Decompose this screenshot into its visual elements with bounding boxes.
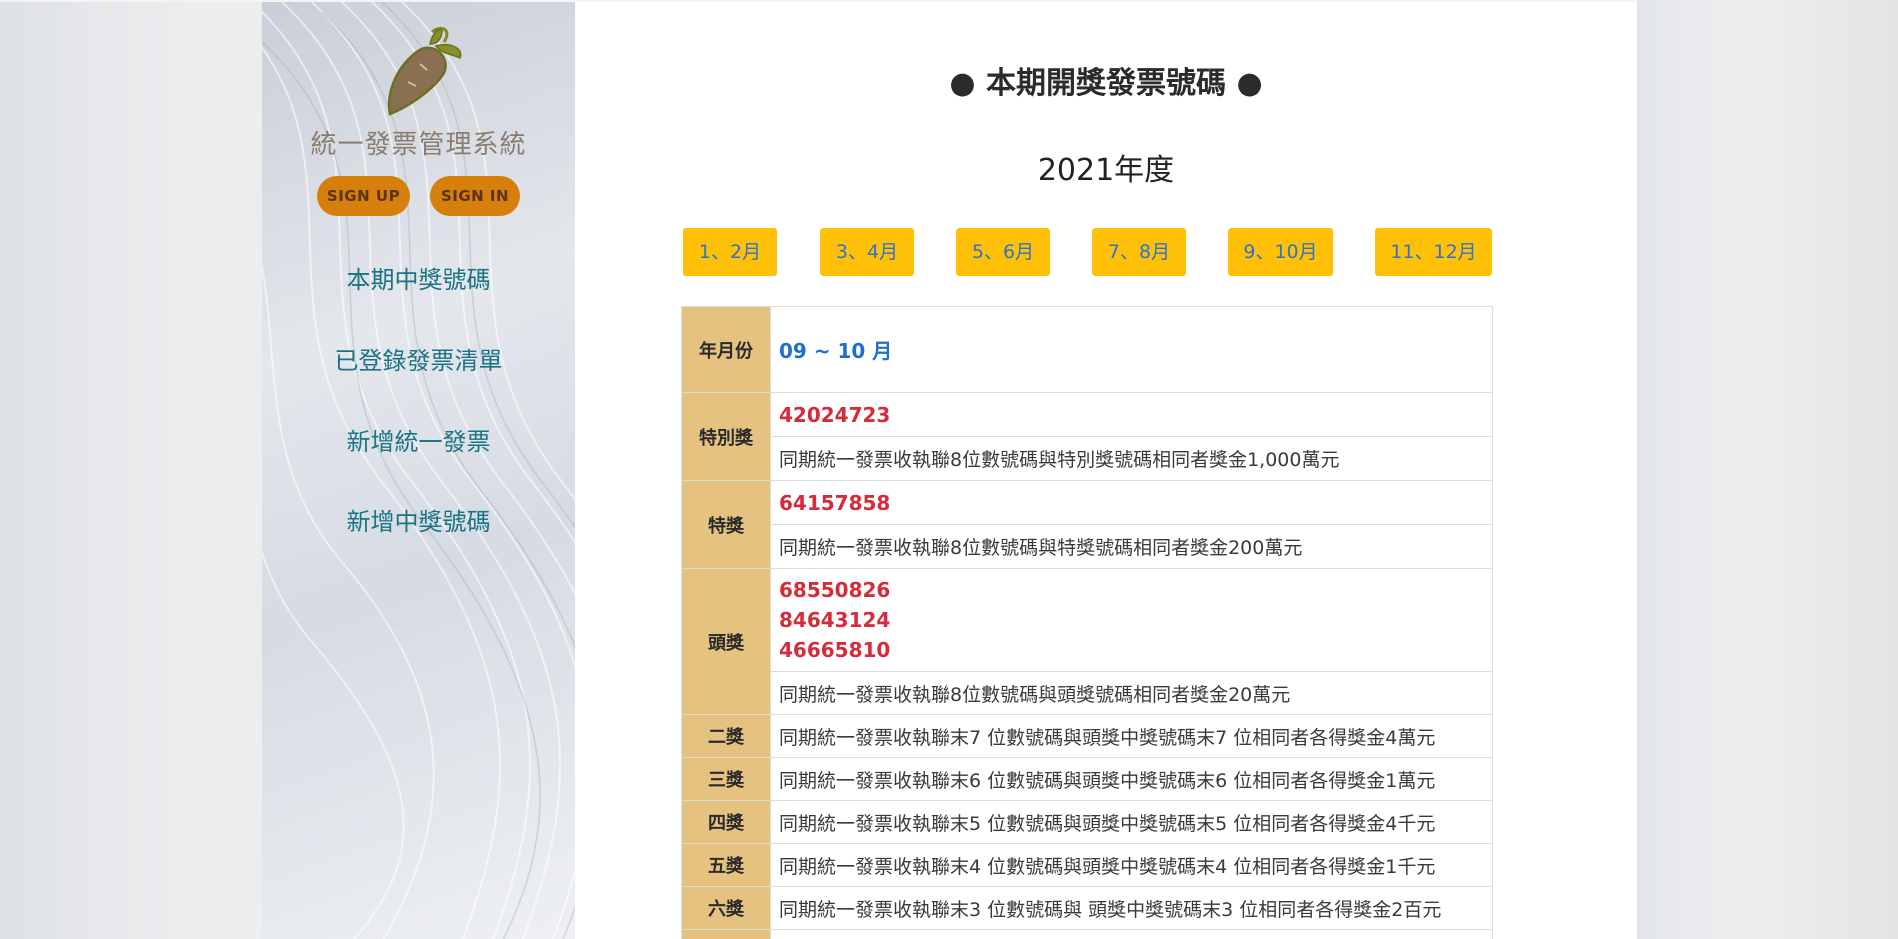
special-prize-number: 42024723: [779, 402, 891, 427]
month-button-1-2[interactable]: 1、2月: [683, 228, 777, 276]
fifth-prize-label: 五獎: [681, 843, 771, 887]
nav-item-add-winning-number[interactable]: 新增中獎號碼: [262, 502, 575, 537]
month-button-5-6[interactable]: 5、6月: [956, 228, 1050, 276]
table-row-fifth: 五獎 同期統一發票收執聯末4 位數號碼與頭獎中獎號碼末4 位相同者各得獎金1千元: [681, 843, 1493, 887]
table-row-grand: 特獎 64157858: [681, 480, 1493, 569]
sixth-prize-label: 六獎: [681, 886, 771, 930]
table-row-special: 特別獎 42024723: [681, 392, 1493, 481]
sign-in-button[interactable]: SIGN IN: [430, 176, 520, 216]
first-prize-number: 84643124: [779, 608, 891, 632]
table-row-extra: [681, 929, 1493, 939]
period-label: 年月份: [681, 306, 771, 393]
carrot-logo-icon: [387, 26, 462, 116]
special-prize-label: 特別獎: [681, 392, 771, 481]
first-prize-desc: 同期統一發票收執聯8位數號碼與頭獎號碼相同者獎金20萬元: [770, 671, 1493, 715]
table-row-first-desc: 同期統一發票收執聯8位數號碼與頭獎號碼相同者獎金20萬元: [682, 671, 1493, 715]
first-prize-number: 46665810: [779, 638, 891, 662]
right-background: [1637, 0, 1898, 939]
main-content: ● 本期開獎發票號碼 ● 2021年度 1、2月 3、4月 5、6月 7、8月 …: [575, 2, 1637, 939]
prize-table: 年月份 09 ~ 10 月 特別獎 42024723 同期統一發票收執聯8位數號…: [681, 306, 1493, 939]
grand-prize-label: 特獎: [681, 480, 771, 569]
second-prize-label: 二獎: [681, 714, 771, 758]
special-prize-desc: 同期統一發票收執聯8位數號碼與特別獎號碼相同者獎金1,000萬元: [770, 436, 1493, 481]
year-label: 2021年度: [1037, 153, 1175, 188]
period-value: 09 ~ 10 月: [779, 339, 893, 363]
month-button-9-10[interactable]: 9、10月: [1228, 228, 1333, 276]
table-row-second: 二獎 同期統一發票收執聯末7 位數號碼與頭獎中獎號碼末7 位相同者各得獎金4萬元: [681, 714, 1493, 758]
nav-item-registered-invoices[interactable]: 已登錄發票清單: [262, 341, 575, 376]
third-prize-label: 三獎: [681, 757, 771, 801]
sign-up-button[interactable]: SIGN UP: [317, 176, 410, 216]
nav-item-current-winning-numbers[interactable]: 本期中獎號碼: [262, 260, 575, 295]
first-prize-label: 頭獎: [681, 568, 771, 715]
month-button-7-8[interactable]: 7、8月: [1092, 228, 1186, 276]
fifth-prize-desc: 同期統一發票收執聯末4 位數號碼與頭獎中獎號碼末4 位相同者各得獎金1千元: [770, 843, 1493, 887]
month-button-3-4[interactable]: 3、4月: [820, 228, 914, 276]
grand-prize-desc: 同期統一發票收執聯8位數號碼與特獎號碼相同者獎金200萬元: [770, 524, 1493, 569]
table-row-special-desc: 同期統一發票收執聯8位數號碼與特別獎號碼相同者獎金1,000萬元: [682, 436, 1493, 481]
third-prize-desc: 同期統一發票收執聯末6 位數號碼與頭獎中獎號碼末6 位相同者各得獎金1萬元: [770, 757, 1493, 801]
second-prize-desc: 同期統一發票收執聯末7 位數號碼與頭獎中獎號碼末7 位相同者各得獎金4萬元: [770, 714, 1493, 758]
first-prize-number: 68550826: [779, 578, 891, 602]
table-row-period: 年月份 09 ~ 10 月: [681, 306, 1493, 393]
table-row-third: 三獎 同期統一發票收執聯末6 位數號碼與頭獎中獎號碼末6 位相同者各得獎金1萬元: [681, 757, 1493, 801]
table-row-sixth: 六獎 同期統一發票收執聯末3 位數號碼與 頭獎中獎號碼末3 位相同者各得獎金2百…: [681, 886, 1493, 930]
grand-prize-number: 64157858: [779, 490, 891, 515]
table-row-fourth: 四獎 同期統一發票收執聯末5 位數號碼與頭獎中獎號碼末5 位相同者各得獎金4千元: [681, 800, 1493, 844]
table-row-first: 頭獎 68550826 84643124 46665810: [681, 568, 1493, 715]
month-button-11-12[interactable]: 11、12月: [1375, 228, 1492, 276]
page-title: ● 本期開獎發票號碼 ●: [949, 66, 1263, 101]
fourth-prize-label: 四獎: [681, 800, 771, 844]
sidebar: 統一發票管理系統 SIGN UP SIGN IN 本期中獎號碼 已登錄發票清單 …: [262, 2, 575, 939]
nav-item-add-invoice[interactable]: 新增統一發票: [262, 422, 575, 457]
fourth-prize-desc: 同期統一發票收執聯末5 位數號碼與頭獎中獎號碼末5 位相同者各得獎金4千元: [770, 800, 1493, 844]
app-title: 統一發票管理系統: [310, 130, 527, 160]
table-row-grand-desc: 同期統一發票收執聯8位數號碼與特獎號碼相同者獎金200萬元: [682, 524, 1493, 569]
sixth-prize-desc: 同期統一發票收執聯末3 位數號碼與 頭獎中獎號碼末3 位相同者各得獎金2百元: [770, 886, 1493, 930]
